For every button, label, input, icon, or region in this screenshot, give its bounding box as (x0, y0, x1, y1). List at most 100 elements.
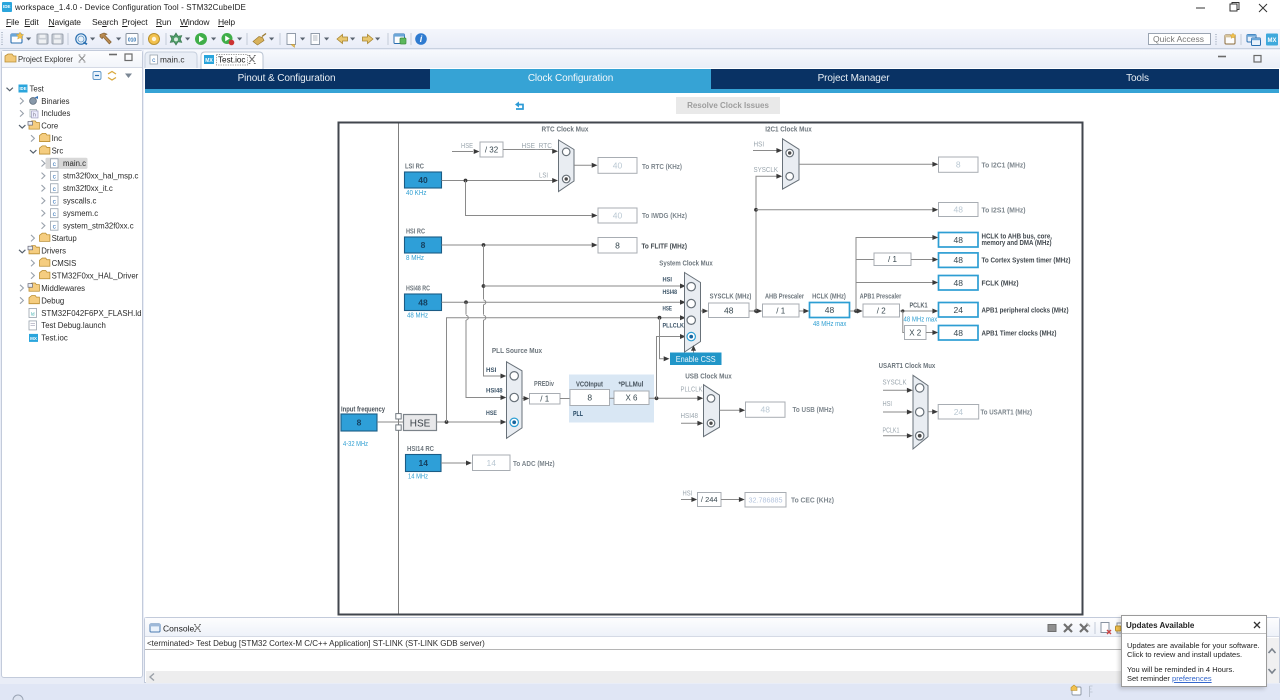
svg-text:010: 010 (128, 38, 137, 44)
svg-text:48: 48 (761, 405, 771, 415)
svg-text:48: 48 (418, 297, 428, 307)
svg-text:memory and DMA (MHz): memory and DMA (MHz) (982, 240, 1052, 247)
svg-text:HSE_RTC: HSE_RTC (522, 143, 553, 150)
svg-text:VCOInput: VCOInput (576, 382, 603, 389)
svg-text:4-32 MHz: 4-32 MHz (343, 441, 368, 448)
svg-text:USB Clock Mux: USB Clock Mux (685, 374, 732, 381)
svg-text:HCLK (MHz): HCLK (MHz) (812, 294, 846, 301)
svg-text:stm32f0xx_it.c: stm32f0xx_it.c (63, 184, 113, 193)
svg-text:Console: Console (163, 624, 194, 634)
svg-text:PLL Source Mux: PLL Source Mux (492, 348, 542, 355)
svg-text:32.786885: 32.786885 (749, 495, 783, 504)
svg-text:Inc: Inc (52, 134, 63, 143)
svg-text:14 MHz: 14 MHz (408, 474, 428, 481)
svg-text:48 MHz: 48 MHz (407, 313, 428, 320)
svg-text:HSI: HSI (883, 401, 893, 408)
svg-text:Binaries: Binaries (41, 97, 69, 106)
svg-text:48: 48 (724, 305, 734, 315)
svg-text:48: 48 (954, 255, 964, 265)
svg-text:System Clock Mux: System Clock Mux (659, 261, 712, 268)
svg-text:Middlewares: Middlewares (41, 284, 85, 293)
svg-text:APB1 Prescaler: APB1 Prescaler (860, 294, 902, 301)
svg-text:HSI RC: HSI RC (406, 229, 425, 236)
svg-text:To RTC (KHz): To RTC (KHz) (642, 164, 682, 171)
svg-text:SYSCLK (MHz): SYSCLK (MHz) (710, 294, 752, 301)
svg-text:X 2: X 2 (909, 328, 922, 337)
svg-text:HSI48 RC: HSI48 RC (406, 286, 430, 293)
svg-text:8: 8 (587, 393, 592, 403)
svg-text:48: 48 (954, 278, 964, 288)
svg-text:PLLCLK: PLLCLK (681, 387, 703, 394)
svg-text:8: 8 (357, 418, 362, 428)
svg-text:Includes: Includes (41, 109, 70, 118)
svg-text:PLL: PLL (573, 409, 583, 418)
svg-text:14: 14 (487, 458, 497, 468)
svg-text:/ 2: / 2 (877, 306, 886, 315)
svg-text:Test.ioc: Test.ioc (41, 334, 68, 343)
svg-text:HSE: HSE (461, 143, 473, 150)
svg-text:/ 32: / 32 (485, 145, 499, 154)
svg-text:To USB (MHz): To USB (MHz) (793, 407, 834, 414)
svg-text:PREDiv: PREDiv (534, 381, 554, 388)
svg-text:I2C1 Clock Mux: I2C1 Clock Mux (765, 127, 812, 134)
svg-text:*PLLMul: *PLLMul (619, 382, 644, 389)
svg-text:40: 40 (613, 211, 623, 221)
svg-text:To FLITF (MHz): To FLITF (MHz) (642, 244, 688, 251)
svg-text:14: 14 (419, 458, 429, 468)
svg-text:syscalls.c: syscalls.c (63, 197, 96, 206)
svg-text:LSI RC: LSI RC (405, 164, 424, 171)
svg-text:IDE: IDE (20, 86, 27, 91)
svg-text:sysmem.c: sysmem.c (63, 209, 98, 218)
svg-text:SYSCLK: SYSCLK (883, 379, 907, 386)
svg-text:40 KHz: 40 KHz (406, 190, 427, 197)
svg-text:8: 8 (421, 240, 426, 250)
svg-text:system_stm32f0xx.c: system_stm32f0xx.c (63, 221, 134, 230)
svg-text:40: 40 (613, 160, 623, 170)
svg-text:STM32F0xx_HAL_Driver: STM32F0xx_HAL_Driver (52, 271, 139, 280)
svg-text:8: 8 (615, 240, 620, 250)
svg-text:HSI48: HSI48 (486, 387, 503, 394)
svg-text:Debug: Debug (41, 296, 64, 305)
svg-text:To USART1 (MHz): To USART1 (MHz) (981, 410, 1033, 417)
svg-text:To CEC (KHz): To CEC (KHz) (791, 498, 834, 505)
svg-text:8: 8 (956, 160, 961, 170)
svg-text:PCLK1: PCLK1 (883, 427, 900, 434)
svg-text:Test: Test (30, 84, 45, 93)
svg-text:Project Explorer: Project Explorer (18, 54, 73, 64)
svg-text:h: h (33, 113, 36, 119)
svg-text:Core: Core (41, 122, 58, 131)
svg-text:Input frequency: Input frequency (341, 407, 385, 414)
svg-text:HSE: HSE (663, 306, 673, 313)
svg-text:stm32f0xx_hal_msp.c: stm32f0xx_hal_msp.c (63, 172, 139, 181)
svg-text:/ 1: / 1 (888, 255, 897, 264)
svg-text:8 MHz: 8 MHz (406, 255, 424, 262)
svg-text:48: 48 (954, 235, 964, 245)
svg-text:HSI48: HSI48 (681, 413, 699, 420)
svg-text:LSI: LSI (539, 173, 548, 180)
svg-text:48 MHz max: 48 MHz max (904, 316, 938, 323)
svg-text:To I2C1 (MHz): To I2C1 (MHz) (982, 162, 1026, 169)
svg-text:APB1 Timer clocks (MHz): APB1 Timer clocks (MHz) (982, 331, 1057, 338)
svg-text:24: 24 (954, 407, 964, 417)
svg-text:48: 48 (825, 305, 835, 315)
svg-text:HSI: HSI (754, 142, 765, 149)
svg-text:Src: Src (52, 147, 64, 156)
svg-text:HSI: HSI (486, 367, 496, 374)
svg-text:To Cortex System timer (MHz): To Cortex System timer (MHz) (982, 258, 1071, 265)
svg-text:ld: ld (31, 312, 35, 317)
svg-text:/ 244: / 244 (701, 495, 718, 504)
svg-text:40: 40 (418, 175, 428, 185)
svg-text:24: 24 (954, 305, 964, 315)
svg-text:APB1 peripheral clocks (MHz): APB1 peripheral clocks (MHz) (982, 308, 1069, 315)
svg-text:STM32F042F6PX_FLASH.ld: STM32F042F6PX_FLASH.ld (41, 309, 141, 318)
svg-text:RTC Clock Mux: RTC Clock Mux (542, 127, 589, 134)
svg-text:main.c: main.c (63, 159, 86, 168)
svg-text:HSE: HSE (410, 419, 431, 430)
svg-text:To ADC (MHz): To ADC (MHz) (513, 461, 555, 468)
svg-text:HSI: HSI (683, 491, 693, 498)
svg-text:CMSIS: CMSIS (52, 259, 77, 268)
svg-text:FCLK (MHz): FCLK (MHz) (982, 281, 1019, 288)
svg-text:MX: MX (1268, 38, 1277, 44)
svg-text:48 MHz max: 48 MHz max (813, 321, 847, 328)
svg-text:HSI48: HSI48 (663, 289, 678, 296)
